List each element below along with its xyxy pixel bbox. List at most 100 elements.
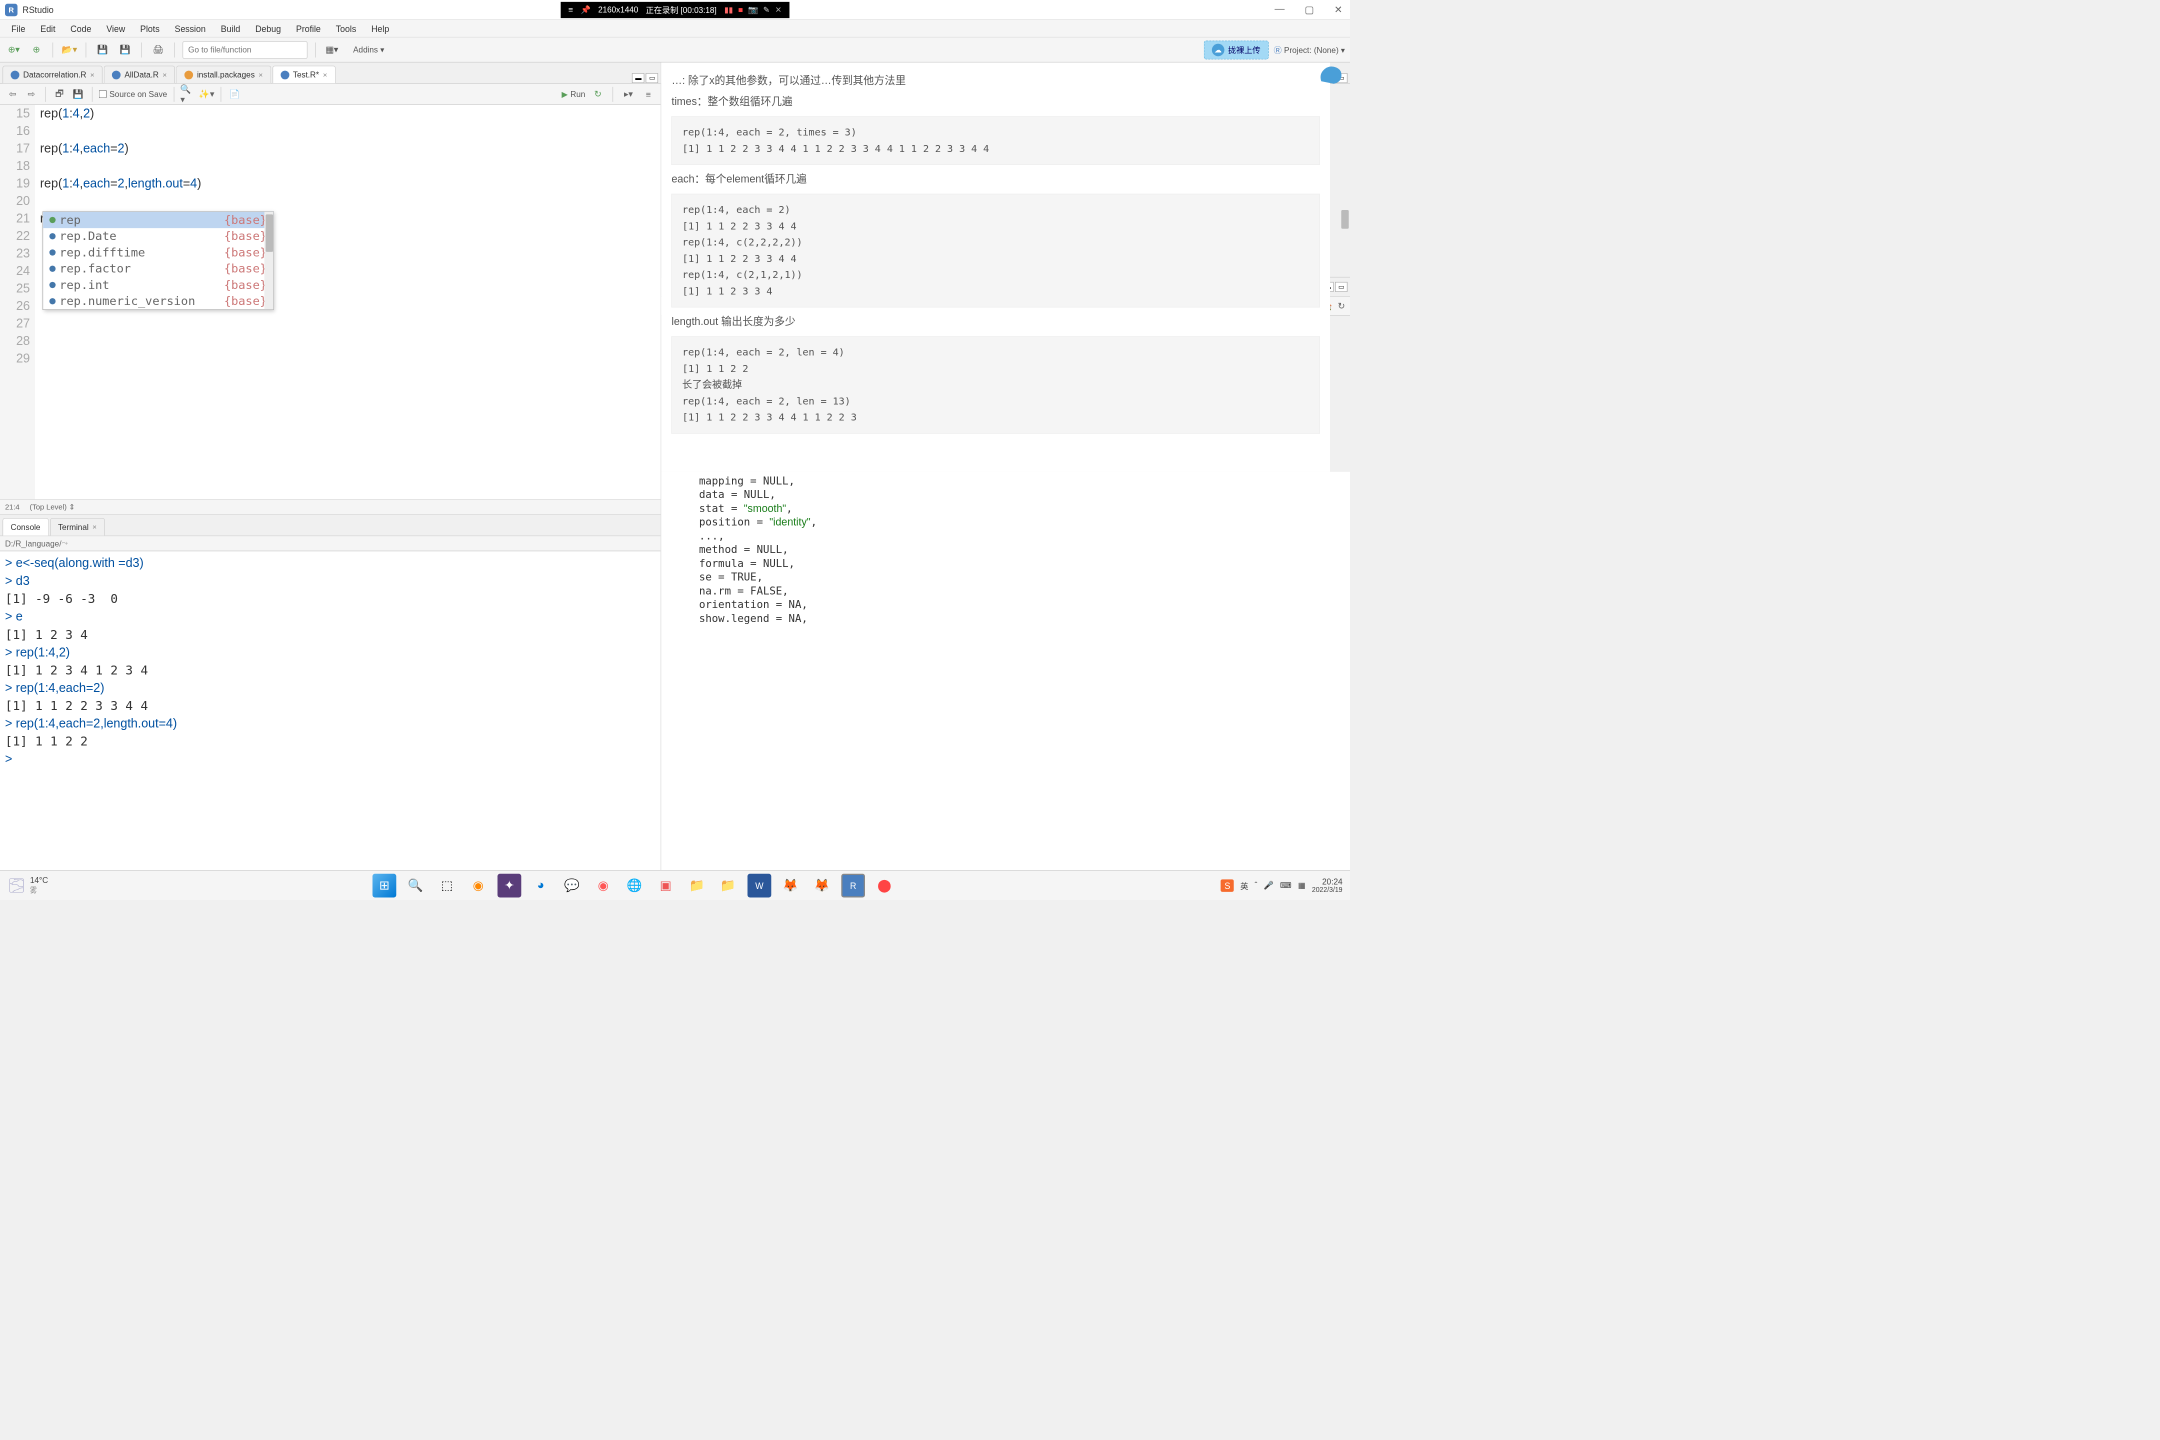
app-icon[interactable]: ◉ <box>466 873 490 897</box>
tab-test[interactable]: Test.R*× <box>272 66 335 84</box>
menu-plots[interactable]: Plots <box>133 23 167 33</box>
help-content[interactable]: …: 除了x的其他参数，可以通过…传到其他方法里 times：整个数组循环几遍 … <box>661 63 1329 472</box>
word-icon[interactable]: W <box>748 873 772 897</box>
tray-grid-icon[interactable]: ▦ <box>1298 880 1306 890</box>
refresh-icon[interactable]: ↻ <box>1338 301 1345 312</box>
menu-code[interactable]: Code <box>63 23 99 33</box>
forward-icon[interactable]: ⇨ <box>24 87 39 102</box>
menu-file[interactable]: File <box>4 23 33 33</box>
stop-icon[interactable]: ■ <box>738 5 743 15</box>
new-project-icon[interactable]: ⊕ <box>28 41 46 59</box>
menu-tools[interactable]: Tools <box>328 23 363 33</box>
ime-badge[interactable]: S <box>1221 879 1234 892</box>
pin-icon[interactable]: 📌 <box>580 5 590 15</box>
editor-body[interactable]: 15 16 17 18 19 20 21 22 23 24 25 26 27 2… <box>0 105 661 499</box>
hamburger-icon[interactable]: ≡ <box>568 5 573 14</box>
completion-item[interactable]: rep.Date{base} <box>43 228 273 244</box>
menubar: File Edit Code View Plots Session Build … <box>0 20 1350 38</box>
minimize-button[interactable]: — <box>1272 3 1287 16</box>
wand-icon[interactable]: ✨▾ <box>199 87 214 102</box>
completion-item[interactable]: rep.numeric_version{base} <box>43 293 273 309</box>
tray-chevron-icon[interactable]: ˆ <box>1255 881 1258 890</box>
close-icon[interactable]: × <box>92 523 96 532</box>
start-button[interactable]: ⊞ <box>373 873 397 897</box>
find-icon[interactable]: 🔍▾ <box>180 87 195 102</box>
grid-icon[interactable]: ▦▾ <box>323 41 341 59</box>
scrollbar[interactable] <box>264 212 273 310</box>
pencil-icon[interactable]: ✎ <box>763 5 770 15</box>
rerun-icon[interactable]: ↻ <box>590 87 605 102</box>
chrome-icon[interactable]: 🌐 <box>623 873 647 897</box>
completion-item[interactable]: rep.difftime{base} <box>43 244 273 260</box>
edge-icon[interactable]: ◕ <box>529 873 553 897</box>
maximize-pane-icon[interactable]: ▭ <box>1335 282 1348 292</box>
tab-console[interactable]: Console <box>3 518 49 536</box>
close-icon[interactable]: × <box>259 70 263 79</box>
completion-item[interactable]: rep{base} <box>43 212 273 228</box>
weather-widget[interactable]: 🌫 14°C 雾 <box>8 876 49 895</box>
menu-debug[interactable]: Debug <box>248 23 289 33</box>
app-icon[interactable]: ✦ <box>498 873 522 897</box>
upload-button[interactable]: ☁ 拢裸上传 <box>1204 40 1269 59</box>
explorer-icon[interactable]: 📁 <box>716 873 740 897</box>
menu-session[interactable]: Session <box>167 23 213 33</box>
close-icon[interactable]: × <box>90 70 94 79</box>
camera-icon[interactable]: 📷 <box>748 5 758 15</box>
tab-install-packages[interactable]: install.packages× <box>176 66 271 84</box>
tab-terminal[interactable]: Terminal× <box>50 518 105 536</box>
show-in-new-icon[interactable]: 🗗 <box>52 87 67 102</box>
pause-icon[interactable]: ▮▮ <box>724 5 733 15</box>
mic-icon[interactable]: 🎤 <box>1264 880 1274 890</box>
save-all-icon[interactable]: 💾 <box>116 41 134 59</box>
save-icon[interactable]: 💾 <box>94 41 112 59</box>
maximize-pane-icon[interactable]: ▭ <box>646 73 659 83</box>
open-file-icon[interactable]: 📂▾ <box>61 41 79 59</box>
save-icon[interactable]: 💾 <box>71 87 86 102</box>
firefox-icon[interactable]: 🦊 <box>810 873 834 897</box>
goto-input[interactable] <box>183 41 308 59</box>
wechat-icon[interactable]: 💬 <box>560 873 584 897</box>
menu-help[interactable]: Help <box>364 23 397 33</box>
compile-icon[interactable]: 📄 <box>227 87 242 102</box>
scope-label[interactable]: (Top Level) ⇕ <box>30 503 75 512</box>
search-icon[interactable]: 🔍 <box>404 873 428 897</box>
record-icon[interactable]: ⬤ <box>873 873 897 897</box>
addins-dropdown[interactable]: Addins ▾ <box>346 42 392 57</box>
project-label[interactable]: Ⓡ Project: (None) ▾ <box>1274 44 1345 56</box>
menu-profile[interactable]: Profile <box>288 23 328 33</box>
ime-lang[interactable]: 英 <box>1240 879 1248 891</box>
keyboard-icon[interactable]: ⌨ <box>1280 880 1292 890</box>
close-icon[interactable]: × <box>323 70 327 79</box>
menu-build[interactable]: Build <box>213 23 247 33</box>
menu-edit[interactable]: Edit <box>33 23 63 33</box>
run-button[interactable]: ▶ Run <box>562 89 586 99</box>
source-on-save-checkbox[interactable]: Source on Save <box>99 89 167 98</box>
new-file-icon[interactable]: ⊕▾ <box>5 41 23 59</box>
app-icon[interactable]: ▣ <box>654 873 678 897</box>
clock-time[interactable]: 20:24 <box>1312 877 1343 886</box>
close-icon[interactable]: × <box>163 70 167 79</box>
outline-icon[interactable]: ≡ <box>641 87 656 102</box>
close-rec-icon[interactable]: ✕ <box>775 5 782 15</box>
goto-dir-icon[interactable]: ⤳ <box>61 538 68 548</box>
task-view-icon[interactable]: ⬚ <box>435 873 459 897</box>
firefox-icon[interactable]: 🦊 <box>779 873 803 897</box>
completion-item[interactable]: rep.int{base} <box>43 277 273 293</box>
tab-alldata[interactable]: AllData.R× <box>104 66 175 84</box>
console-tabs: Console Terminal× ▬ ▭ <box>0 515 661 536</box>
minimize-pane-icon[interactable]: ▬ <box>632 73 645 83</box>
back-icon[interactable]: ⇦ <box>5 87 20 102</box>
print-icon[interactable]: 🖨 <box>149 41 167 59</box>
rstudio-icon[interactable]: R <box>841 873 865 897</box>
source-icon[interactable]: ▸▾ <box>621 87 636 102</box>
completion-item[interactable]: rep.factor{base} <box>43 261 273 277</box>
tab-datacorrelation[interactable]: Datacorrelation.R× <box>3 66 103 84</box>
close-button[interactable]: ✕ <box>1332 3 1345 16</box>
thunderbird-icon[interactable] <box>1316 61 1346 86</box>
menu-view[interactable]: View <box>99 23 133 33</box>
console-output[interactable]: > e<-seq(along.with =d3) > d3 [1] -9 -6 … <box>0 551 661 870</box>
maximize-button[interactable]: ▢ <box>1302 3 1316 16</box>
clock-date[interactable]: 2022/3/19 <box>1312 886 1343 894</box>
explorer-icon[interactable]: 📁 <box>685 873 709 897</box>
app-icon[interactable]: ◉ <box>591 873 615 897</box>
